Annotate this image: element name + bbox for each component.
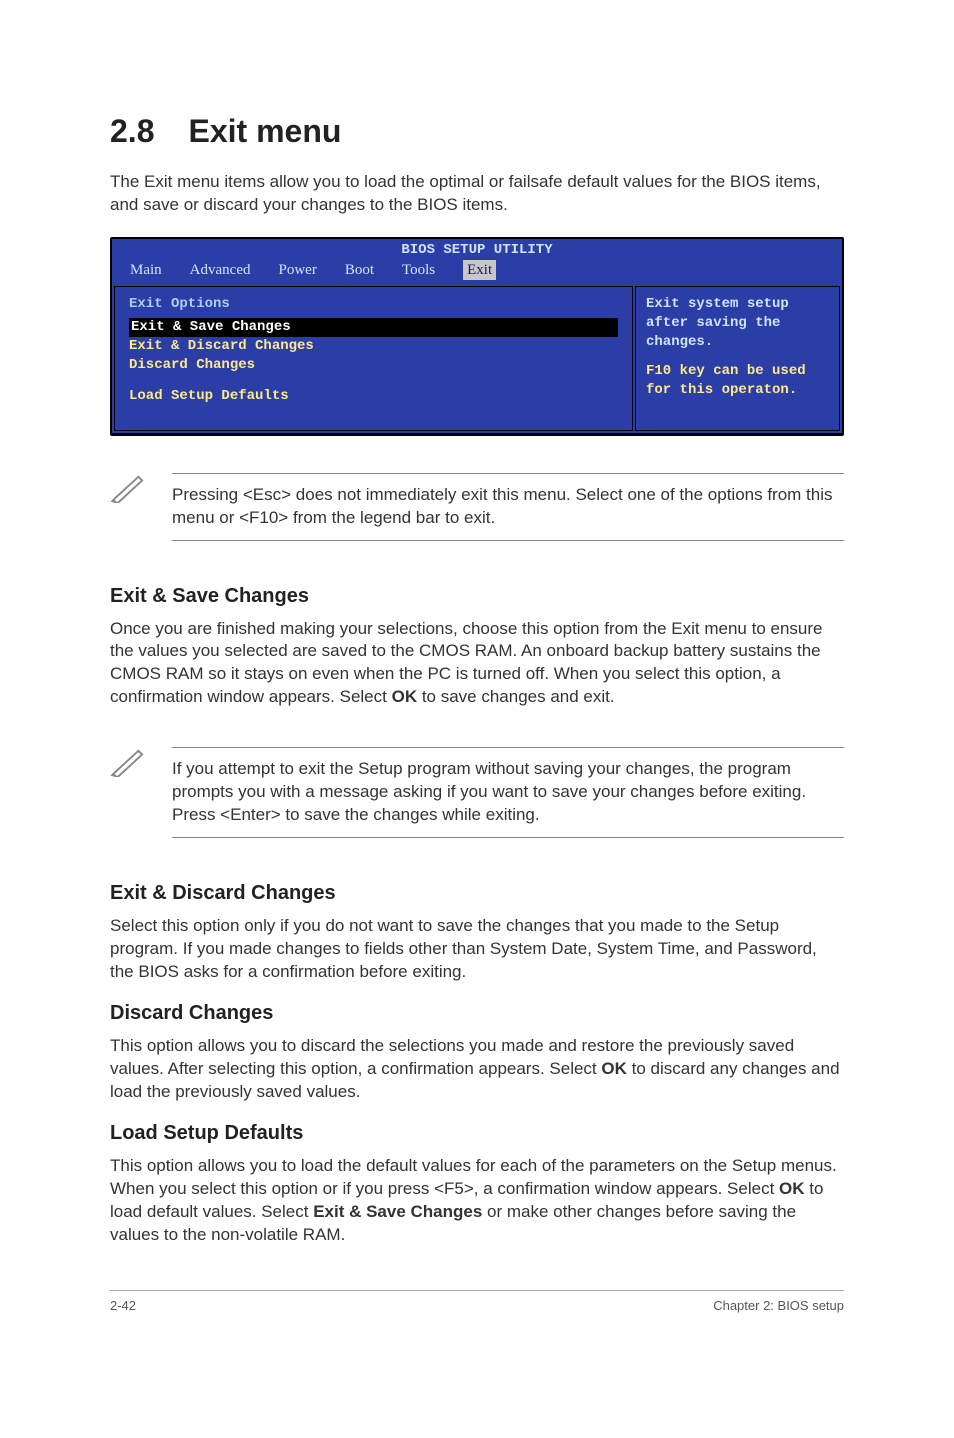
item-exit-discard[interactable]: Exit & Discard Changes [129,337,618,356]
intro-text: The Exit menu items allow you to load th… [110,171,844,217]
heading-discard: Discard Changes [110,1000,844,1027]
pencil-note-icon [110,747,148,777]
ok-bold-1: OK [392,687,418,706]
section-number: 2.8 [110,110,154,153]
heading-exit-save: Exit & Save Changes [110,583,844,610]
ok-bold-2: OK [601,1059,627,1078]
exit-save-bold: Exit & Save Changes [313,1202,482,1221]
bios-body: Exit Options Exit & Save Changes Exit & … [112,284,842,432]
section-name: Exit menu [188,113,341,149]
tab-tools[interactable]: Tools [402,260,435,280]
help-line-2: after saving the changes. [646,314,829,352]
bios-tabs: Main Advanced Power Boot Tools Exit [112,260,842,284]
note-1-text: Pressing <Esc> does not immediately exit… [172,473,844,541]
heading-exit-discard: Exit & Discard Changes [110,880,844,907]
ok-bold-3: OK [779,1179,805,1198]
note-2: If you attempt to exit the Setup program… [110,741,844,844]
footer-chapter: Chapter 2: BIOS setup [713,1297,844,1315]
help-line-1: Exit system setup [646,295,829,314]
footer-page-number: 2-42 [110,1297,136,1315]
para-load-defaults: This option allows you to load the defau… [110,1155,844,1247]
item-discard[interactable]: Discard Changes [129,356,618,375]
exit-options-header: Exit Options [129,295,618,314]
bios-help-pane: Exit system setup after saving the chang… [635,286,840,430]
help-line-3: F10 key can be used for this operaton. [646,362,829,400]
heading-load-defaults: Load Setup Defaults [110,1120,844,1147]
tab-power[interactable]: Power [278,260,316,280]
tab-advanced[interactable]: Advanced [190,260,251,280]
note-1: Pressing <Esc> does not immediately exit… [110,467,844,547]
tab-exit[interactable]: Exit [463,260,496,280]
tab-main[interactable]: Main [130,260,162,280]
para-exit-discard: Select this option only if you do not wa… [110,915,844,984]
item-load-defaults[interactable]: Load Setup Defaults [129,387,618,406]
tab-boot[interactable]: Boot [345,260,374,280]
para-exit-save: Once you are finished making your select… [110,618,844,710]
para-discard: This option allows you to discard the se… [110,1035,844,1104]
note-2-text: If you attempt to exit the Setup program… [172,747,844,838]
pencil-note-icon [110,473,148,503]
para-load-a: This option allows you to load the defau… [110,1156,837,1198]
page-footer: 2-42 Chapter 2: BIOS setup [110,1290,844,1315]
page-title: 2.8 Exit menu [110,110,844,153]
bios-left-pane: Exit Options Exit & Save Changes Exit & … [114,286,633,430]
bios-title: BIOS SETUP UTILITY [112,239,842,260]
bios-screenshot: BIOS SETUP UTILITY Main Advanced Power B… [110,237,844,435]
para-exit-save-b: to save changes and exit. [417,687,615,706]
item-exit-save[interactable]: Exit & Save Changes [129,318,618,337]
